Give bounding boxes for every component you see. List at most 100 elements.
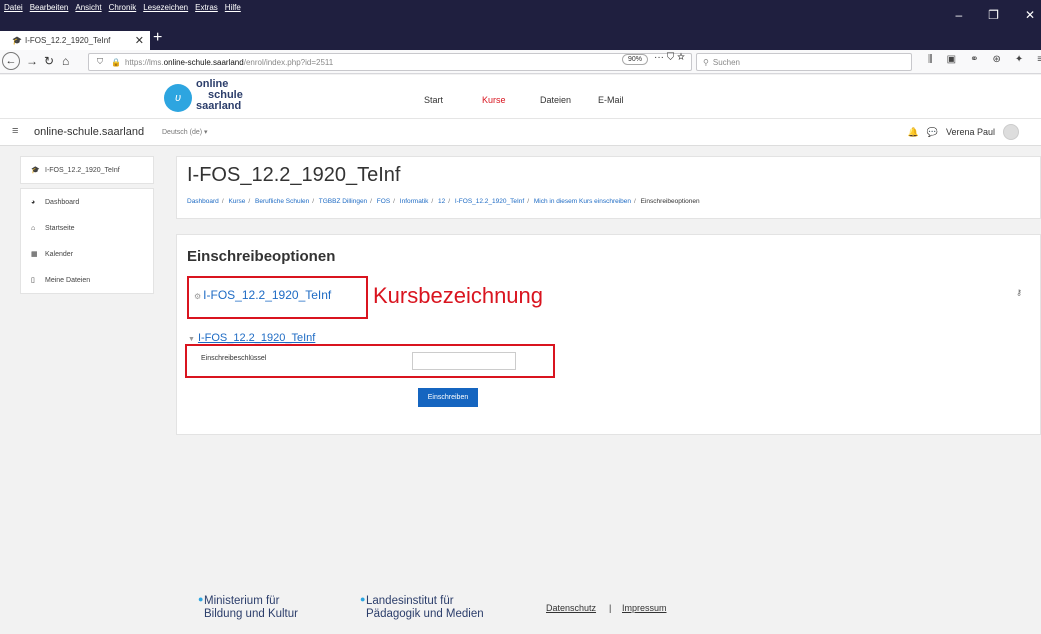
sidebar-item-startseite[interactable]: ⌂ Startseite — [21, 215, 153, 241]
privacy-link[interactable]: Datenschutz — [546, 603, 596, 613]
sidebar-item-course[interactable]: 🎓 I-FOS_12.2_1920_TeInf — [21, 157, 153, 183]
dashboard-icon: ◕ — [31, 198, 36, 206]
page-title: I-FOS_12.2_1920_TeInf — [187, 164, 401, 186]
menu-icon[interactable]: ≡ — [1037, 54, 1041, 65]
nav-start[interactable]: Start — [424, 95, 443, 105]
annotation-box-enrolment-key — [185, 344, 555, 378]
fieldset-title: I-FOS_12.2_1920_TeInf — [197, 332, 316, 344]
menu-extras[interactable]: Extras — [195, 3, 218, 16]
breadcrumb-current: Einschreibeoptionen — [640, 198, 700, 205]
institute-line1: Landesinstitut für — [366, 595, 454, 607]
avatar[interactable] — [1003, 124, 1019, 140]
reload-icon[interactable]: ↻ — [44, 54, 54, 68]
minimize-icon[interactable]: – — [955, 8, 962, 22]
breadcrumb-kurse[interactable]: Kurse — [228, 198, 245, 205]
search-placeholder: Suchen — [712, 57, 740, 67]
page-actions-icon[interactable]: ··· ⛉ ☆ — [654, 52, 685, 63]
enrol-button[interactable]: Einschreiben — [418, 388, 478, 407]
user-name[interactable]: Verena Paul — [946, 127, 995, 137]
annotation-label: Kursbezeichnung — [373, 283, 544, 308]
library-icon[interactable]: ⫼ — [928, 54, 933, 65]
extension-icon[interactable]: ⚭ — [970, 54, 978, 65]
shield-icon: ⛉ — [97, 57, 103, 66]
browser-navbar: ← → ↻ ⌂ ⛉ 🔒 https://lms. online-schule.sa… — [0, 50, 1041, 74]
url-path: /enrol/index.php?id=2511 — [243, 57, 334, 67]
sidebar-item-label: Dashboard — [45, 198, 80, 206]
dot-icon: ● — [360, 594, 366, 604]
home-icon[interactable]: ⌂ — [62, 54, 69, 68]
close-tab-icon[interactable]: ✕ — [135, 34, 144, 47]
breadcrumb-course[interactable]: I-FOS_12.2_1920_TeInf — [455, 198, 524, 205]
breadcrumb-berufliche-schulen[interactable]: Berufliche Schulen — [255, 198, 309, 205]
maximize-icon[interactable]: ❐ — [988, 8, 999, 22]
bell-icon[interactable]: 🔔 — [908, 127, 919, 138]
file-icon: ▯ — [31, 277, 35, 284]
search-bar[interactable]: ⚲ Suchen — [696, 53, 912, 71]
page-footer: ● Ministerium für Bildung und Kultur ● L… — [176, 585, 1041, 634]
institute-logo: ● Landesinstitut für Pädagogik und Medie… — [360, 594, 484, 621]
home-icon: ⌂ — [31, 224, 36, 232]
profile-icon[interactable]: ✦ — [1015, 54, 1023, 65]
toolbar-icons: ⫼ ▣ ⚭ ⊛ ✦ ≡ — [928, 54, 1041, 65]
breadcrumb-informatik[interactable]: Informatik — [400, 198, 429, 205]
menu-bearbeiten[interactable]: Bearbeiten — [30, 3, 69, 16]
sidebar-item-kalender[interactable]: ▦ Kalender — [21, 241, 153, 267]
site-name[interactable]: online-schule.saarland — [34, 126, 144, 138]
menu-datei[interactable]: Datei — [4, 3, 23, 16]
collapse-arrow-icon: ▼ — [188, 336, 195, 343]
menu-chronik[interactable]: Chronik — [109, 3, 137, 16]
zoom-indicator[interactable]: 90% — [622, 54, 649, 65]
tab-title: I-FOS_12.2_1920_TeInf — [24, 36, 111, 45]
menu-hilfe[interactable]: Hilfe — [225, 3, 241, 16]
url-domain: online-schule.saarland — [163, 57, 244, 67]
nav-dateien[interactable]: Dateien — [540, 95, 571, 105]
breadcrumb: Dashboard / Kurse / Berufliche Schulen / TG… — [187, 198, 700, 205]
chat-icon[interactable]: 💬 — [927, 127, 938, 138]
ministry-logo: ● Ministerium für Bildung und Kultur — [198, 594, 298, 621]
menu-ansicht[interactable]: Ansicht — [75, 3, 101, 16]
sidebar-item-label: Kalender — [45, 250, 74, 258]
nav-email[interactable]: E-Mail — [598, 95, 624, 105]
imprint-link[interactable]: Impressum — [622, 603, 667, 613]
addon-icon[interactable]: ⊛ — [992, 54, 1000, 65]
language-select[interactable]: Deutsch (de) ▾ — [162, 128, 208, 136]
breadcrumb-tgbbz[interactable]: TGBBZ Dillingen — [319, 198, 367, 205]
breadcrumb-fos[interactable]: FOS — [377, 198, 390, 205]
new-tab-icon[interactable]: + — [153, 29, 162, 47]
graduation-cap-icon: 🎓 — [31, 167, 40, 174]
forward-icon[interactable]: → — [26, 54, 38, 68]
close-window-icon[interactable]: ✕ — [1025, 8, 1035, 22]
calendar-icon: ▦ — [31, 251, 38, 258]
ministry-line1: Ministerium für — [204, 595, 280, 607]
back-icon[interactable]: ← — [2, 52, 20, 70]
sidebar-item-meine-dateien[interactable]: ▯ Meine Dateien — [21, 267, 153, 293]
logo-line3: saarland — [196, 100, 242, 112]
browser-tab[interactable]: 🎓 I-FOS_12.2_1920_TeInf ✕ — [0, 31, 150, 50]
logo-icon: ʋ — [164, 84, 192, 112]
fieldset-toggle[interactable]: ▼ I-FOS_12.2_1920_TeInf — [188, 332, 315, 344]
menu-lesezeichen[interactable]: Lesezeichen — [143, 3, 188, 16]
institute-line2: Pädagogik und Medien — [366, 608, 484, 620]
browser-titlebar: Datei Bearbeiten Ansicht Chronik Lesezei… — [0, 0, 1041, 50]
hamburger-icon[interactable]: ≡ — [12, 125, 18, 137]
sidebar-item-dashboard[interactable]: ◕ Dashboard — [21, 189, 153, 215]
breadcrumb-enrol-self[interactable]: Mich in diesem Kurs einschreiben — [534, 198, 631, 205]
sidebar-icon[interactable]: ▣ — [947, 54, 956, 65]
ministry-line2: Bildung und Kultur — [204, 608, 298, 620]
breadcrumb-dashboard[interactable]: Dashboard — [187, 198, 219, 205]
favicon-icon: 🎓 — [12, 36, 22, 45]
nav-kurse[interactable]: Kurse — [482, 95, 506, 105]
sidebar-item-label: Startseite — [45, 224, 75, 232]
sidebar-item-label: Meine Dateien — [45, 276, 91, 284]
search-icon: ⚲ — [703, 57, 709, 67]
footer-separator: | — [609, 603, 612, 613]
url-bar[interactable]: ⛉ 🔒 https://lms. online-schule.saarland/e… — [88, 53, 692, 71]
section-title: Einschreibeoptionen — [187, 248, 336, 265]
url-prefix: https://lms. — [124, 57, 164, 67]
site-header: ʋ online schule saarland Start Kurse Dat… — [0, 75, 1041, 119]
key-icon: ⚷ — [1016, 288, 1022, 297]
window-controls: – ❐ ✕ — [955, 8, 1041, 22]
breadcrumb-12[interactable]: 12 — [438, 198, 445, 205]
left-navigation: 🎓 I-FOS_12.2_1920_TeInf ◕ Dashboard ⌂ St… — [20, 156, 154, 298]
site-logo[interactable]: ʋ online schule saarland — [164, 79, 254, 117]
